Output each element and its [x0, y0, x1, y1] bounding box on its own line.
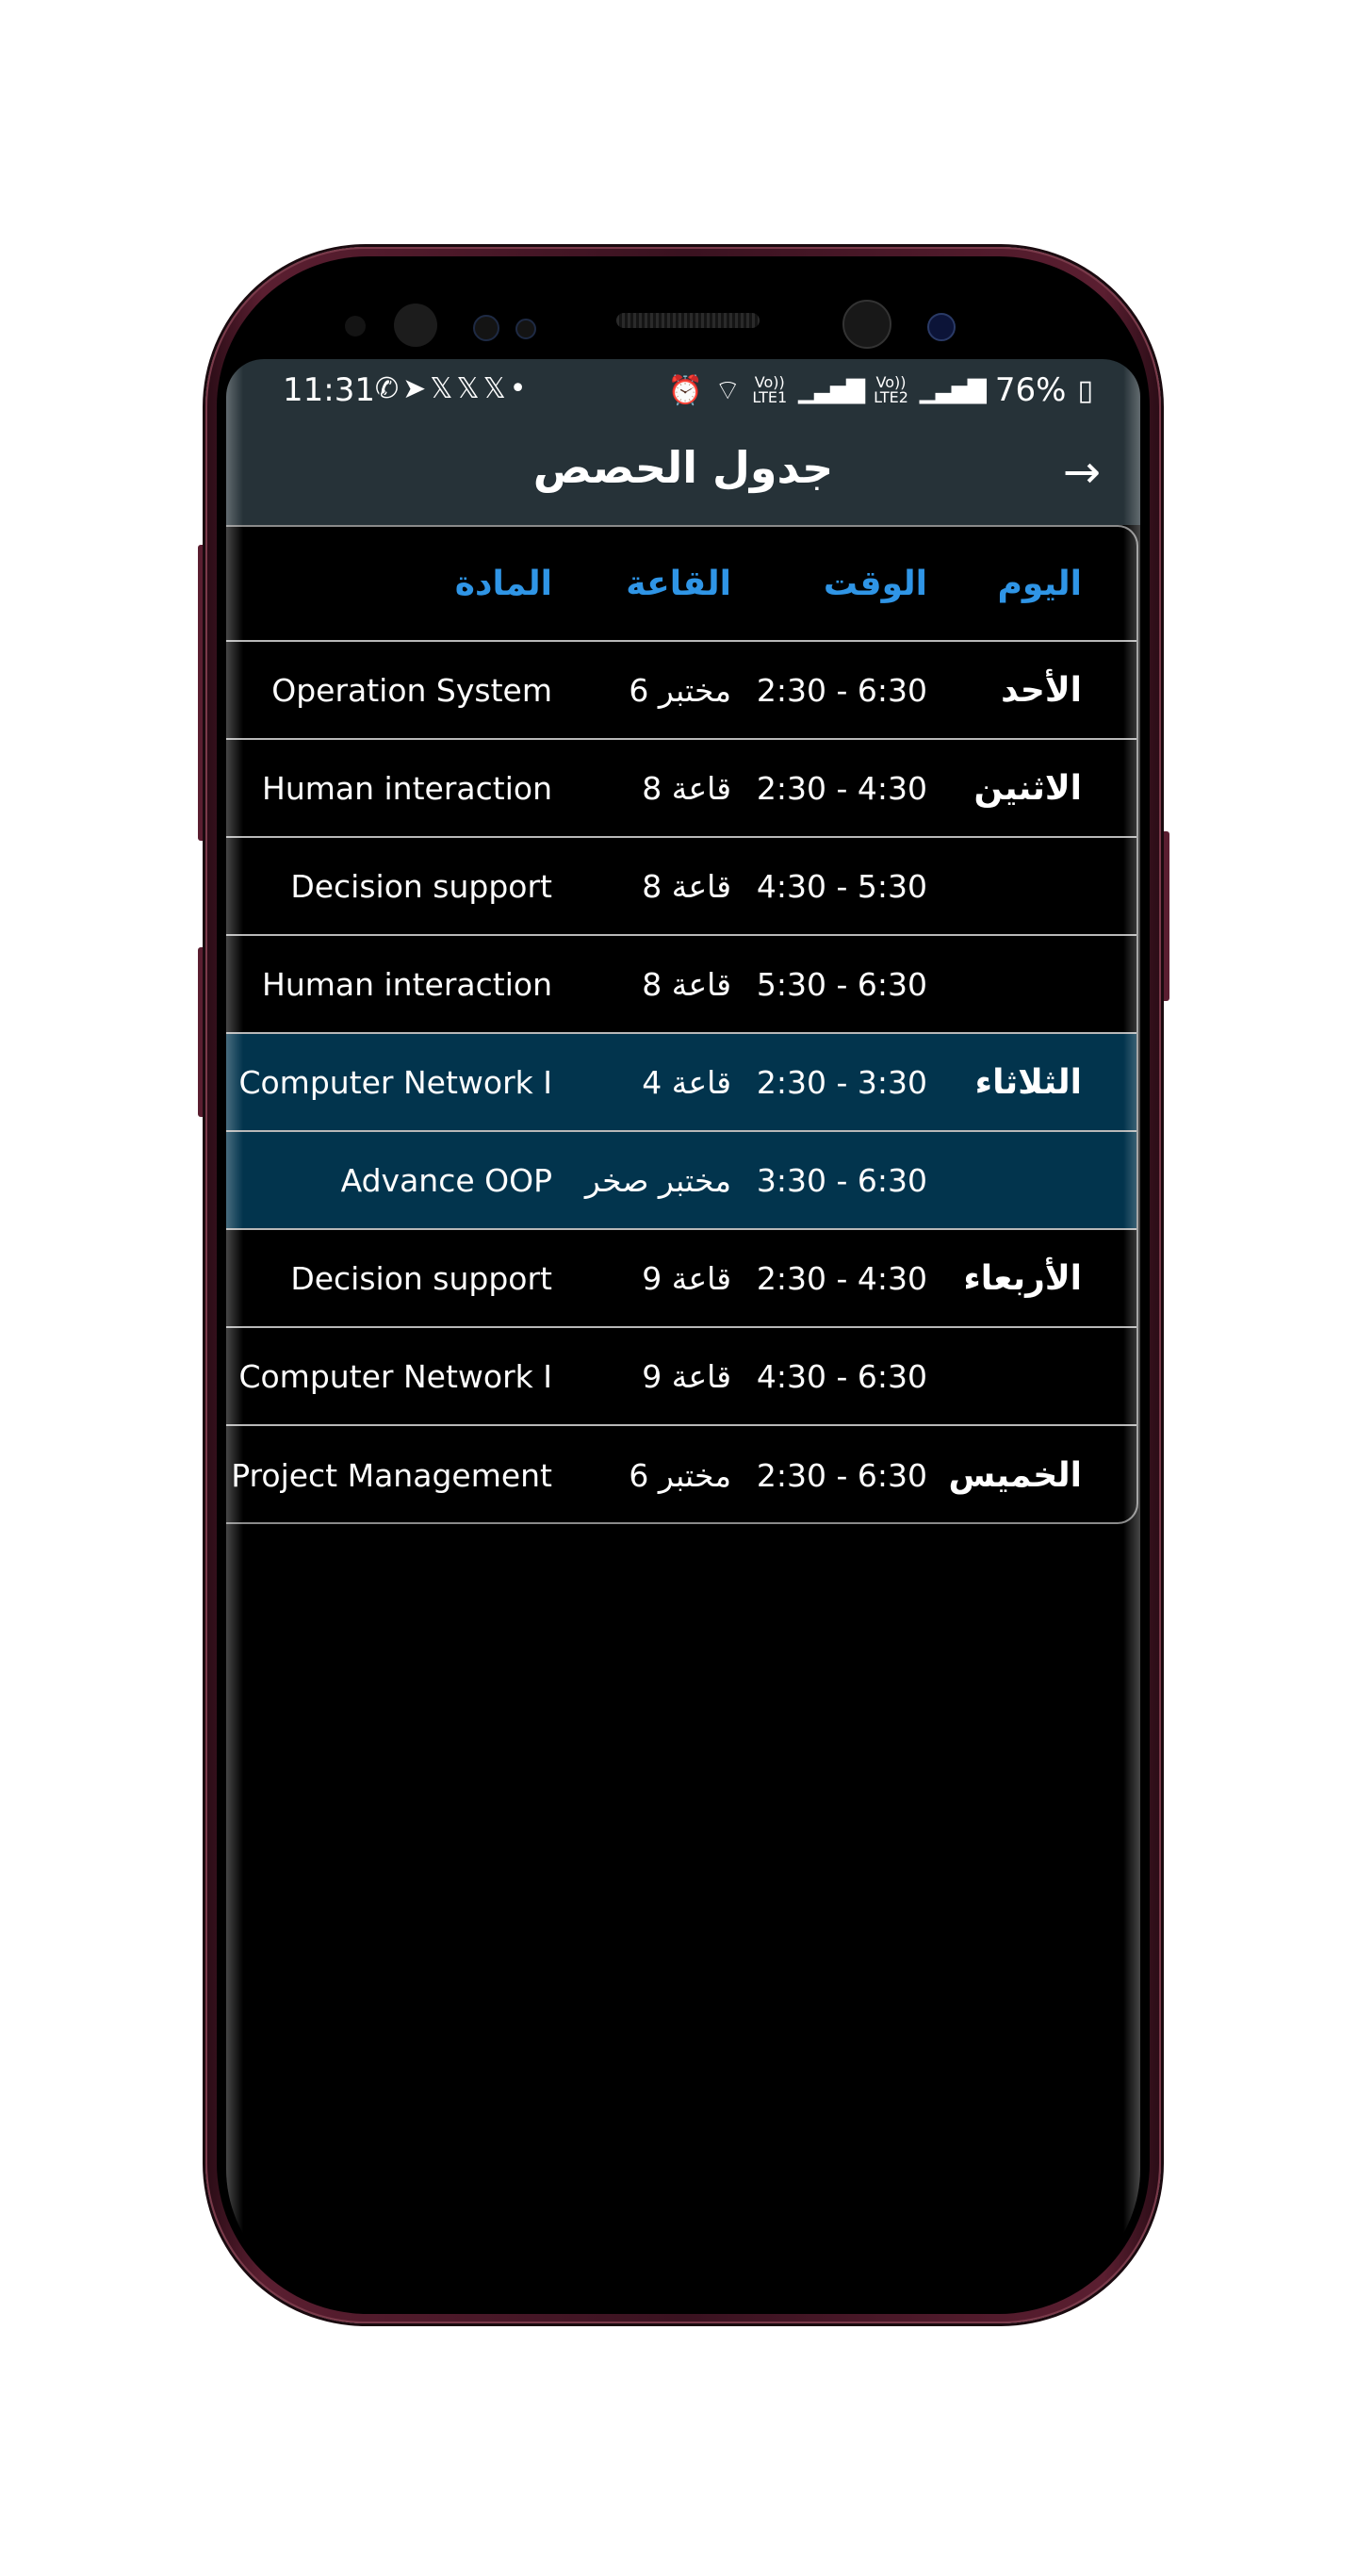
row-day: الخميس — [948, 1455, 1082, 1495]
arrow-right-icon[interactable]: → — [1063, 450, 1101, 495]
row-subject: Computer Network I — [238, 1063, 552, 1101]
lte2-label: Vo)) LTE2 — [874, 375, 908, 405]
table-row[interactable]: 5:30 - 6:30 قاعة 8 Human interaction — [226, 936, 1136, 1034]
row-day: الاثنين — [973, 768, 1082, 808]
table-row[interactable]: الأربعاء 2:30 - 4:30 قاعة 9 Decision suppor… — [226, 1230, 1136, 1328]
phone-screen: 11:31 ✆➤𝕏𝕏𝕏• ⏰ ⌔ Vo)) LTE1 ▁▃▅▇ Vo)) LTE… — [226, 359, 1140, 2301]
row-time: 2:30 - 3:30 — [756, 1063, 927, 1101]
lte2-signal-icon: ▁▃▅▇ — [919, 376, 987, 404]
row-hall: مختبر 6 — [629, 1456, 731, 1494]
sim1-label-bottom: LTE1 — [752, 388, 788, 406]
row-subject: Operation System — [271, 671, 552, 709]
battery-charging-icon: ▯ — [1077, 373, 1093, 407]
app-bar: 11:31 ✆➤𝕏𝕏𝕏• ⏰ ⌔ Vo)) LTE1 ▁▃▅▇ Vo)) LTE… — [226, 359, 1140, 525]
header-time: الوقت — [823, 564, 927, 603]
row-hall: مختبر 6 — [629, 671, 731, 709]
row-time: 2:30 - 4:30 — [756, 1259, 927, 1297]
alarm-icon: ⏰ — [667, 373, 704, 407]
light-sensor-2 — [515, 319, 536, 339]
table-row[interactable]: 4:30 - 5:30 قاعة 8 Decision support — [226, 838, 1136, 936]
row-subject: Advance OOP — [340, 1161, 552, 1199]
row-time: 3:30 - 6:30 — [756, 1161, 927, 1199]
table-row[interactable]: 3:30 - 6:30 مختبر صخر Advance OOP — [226, 1132, 1136, 1230]
row-hall: مختبر صخر — [584, 1161, 731, 1199]
row-subject: Computer Network I — [238, 1357, 552, 1395]
row-hall: قاعة 8 — [642, 965, 731, 1003]
row-time: 2:30 - 4:30 — [756, 769, 927, 807]
row-subject: Decision support — [290, 867, 552, 905]
earpiece-speaker — [616, 313, 760, 328]
row-time: 2:30 - 6:30 — [756, 671, 927, 709]
header-day: اليوم — [997, 564, 1082, 603]
phone-top-bezel — [217, 256, 1150, 369]
proximity-sensor — [345, 316, 366, 336]
header-hall: القاعة — [626, 564, 731, 603]
row-time: 2:30 - 6:30 — [756, 1456, 927, 1494]
lte1-signal-icon: ▁▃▅▇ — [798, 376, 865, 404]
header-subject: المادة — [454, 564, 552, 603]
row-subject: Decision support — [290, 1259, 552, 1297]
row-day: الثلاثاء — [974, 1062, 1082, 1102]
power-button — [1160, 831, 1169, 1001]
row-time: 5:30 - 6:30 — [756, 965, 927, 1003]
table-row[interactable]: الثلاثاء 2:30 - 3:30 قاعة 4 Computer Networ… — [226, 1034, 1136, 1132]
row-hall: قاعة 4 — [642, 1063, 731, 1101]
sim2-label-bottom: LTE2 — [874, 388, 908, 406]
front-camera — [842, 300, 891, 349]
schedule-table: اليوم الوقت القاعة المادة الأحد 2:30 - 6:… — [226, 525, 1138, 1524]
notification-icons: ✆➤𝕏𝕏𝕏• — [375, 372, 531, 405]
table-row[interactable]: 4:30 - 6:30 قاعة 9 Computer Network I — [226, 1328, 1136, 1426]
status-time: 11:31 — [283, 371, 375, 409]
row-subject: Project Management — [231, 1456, 552, 1494]
table-row[interactable]: الأحد 2:30 - 6:30 مختبر 6 Operation System — [226, 642, 1136, 740]
page-title: جدول الحصص — [532, 442, 834, 493]
table-row[interactable]: الاثنين 2:30 - 4:30 قاعة 8 Human interactio… — [226, 740, 1136, 838]
row-subject: Human interaction — [262, 769, 552, 807]
iris-camera — [927, 313, 956, 341]
row-time: 4:30 - 5:30 — [756, 867, 927, 905]
row-time: 4:30 - 6:30 — [756, 1357, 927, 1395]
row-day: الأحد — [1001, 670, 1082, 710]
lte1-label: Vo)) LTE1 — [752, 375, 787, 405]
battery-percent: 76% — [994, 371, 1067, 409]
table-row[interactable]: الخميس 2:30 - 6:30 مختبر 6 Project Manageme… — [226, 1426, 1136, 1524]
row-hall: قاعة 9 — [642, 1259, 731, 1297]
row-subject: Human interaction — [262, 965, 552, 1003]
iris-sensor — [394, 304, 437, 347]
table-header-row: اليوم الوقت القاعة المادة — [226, 527, 1136, 642]
wifi-icon: ⌔ — [714, 374, 742, 407]
system-icons: ⏰ ⌔ Vo)) LTE1 ▁▃▅▇ Vo)) LTE2 ▁▃▅▇ 76% ▯ — [668, 371, 1093, 409]
row-hall: قاعة 8 — [642, 867, 731, 905]
row-hall: قاعة 9 — [642, 1357, 731, 1395]
row-day: الأربعاء — [963, 1258, 1082, 1298]
row-hall: قاعة 8 — [642, 769, 731, 807]
status-bar: 11:31 ✆➤𝕏𝕏𝕏• ⏰ ⌔ Vo)) LTE1 ▁▃▅▇ Vo)) LTE… — [226, 359, 1140, 423]
light-sensor — [473, 315, 499, 341]
